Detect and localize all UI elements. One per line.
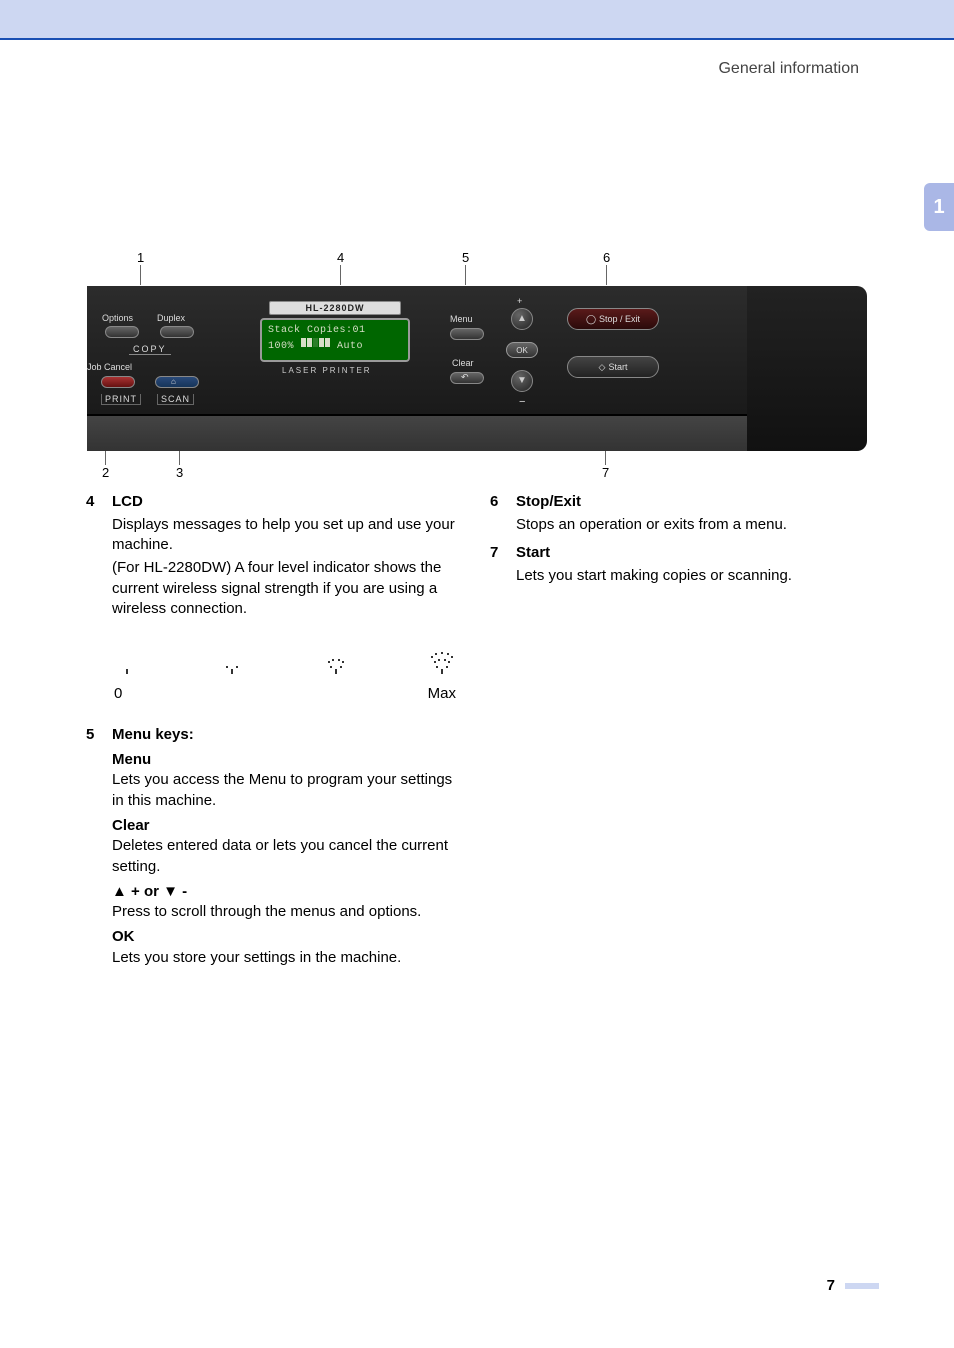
wifi-scale-max: Max xyxy=(428,684,456,705)
wifi-level-1-icon xyxy=(221,656,243,674)
item-6-num: 6 xyxy=(490,492,516,537)
callout-2: 2 xyxy=(102,465,109,480)
copy-label: COPY xyxy=(129,344,171,355)
laser-printer-label: LASER PRINTER xyxy=(282,366,372,375)
job-cancel-label: Job Cancel xyxy=(87,362,132,372)
item-4-p2: (For HL-2280DW) A four level indicator s… xyxy=(112,558,462,620)
menu-button[interactable] xyxy=(450,328,484,340)
wifi-scale-min: 0 xyxy=(114,684,122,705)
stop-exit-button[interactable]: ◯Stop / Exit xyxy=(567,308,659,330)
up-button[interactable]: ▲ xyxy=(511,308,533,330)
lcd-line2-left: 100% xyxy=(268,341,294,352)
item-7-num: 7 xyxy=(490,543,516,588)
wifi-level-2-icon xyxy=(325,654,347,674)
chapter-tab: 1 xyxy=(924,183,954,231)
item-5: 5 Menu keys: Menu Lets you access the Me… xyxy=(86,725,462,971)
wifi-scale-labels: 0 Max xyxy=(112,684,462,705)
clear-subtitle: Clear xyxy=(112,816,462,837)
scan-button[interactable] xyxy=(155,376,199,388)
page-top-band xyxy=(0,0,954,38)
item-4-p1: Displays messages to help you set up and… xyxy=(112,515,462,556)
clear-label: Clear xyxy=(452,358,474,368)
print-label: PRINT xyxy=(101,394,141,405)
item-4-title: LCD xyxy=(112,492,462,513)
page-top-rule xyxy=(0,38,954,40)
model-plate: HL-2280DW xyxy=(269,301,401,315)
start-icon: ◇ xyxy=(599,357,606,378)
lcd-line1: Stack Copies:01 xyxy=(268,324,402,338)
content-columns: 4 LCD Displays messages to help you set … xyxy=(86,490,866,970)
page-number: 7 xyxy=(827,1277,879,1294)
item-7-desc: Lets you start making copies or scanning… xyxy=(516,566,866,587)
ok-button[interactable]: OK xyxy=(506,342,538,358)
minus-label: − xyxy=(519,396,525,408)
printer-control-panel: Options Duplex COPY Job Cancel ⌂ PRINT S… xyxy=(87,286,867,451)
item-5-num: 5 xyxy=(86,725,112,971)
item-6-title: Stop/Exit xyxy=(516,492,866,513)
item-4-num: 4 xyxy=(86,492,112,723)
callout-6: 6 xyxy=(603,250,610,265)
stop-icon: ◯ xyxy=(586,309,596,330)
callout-7: 7 xyxy=(602,465,609,480)
page-number-bar xyxy=(845,1283,879,1289)
right-column: 6 Stop/Exit Stops an operation or exits … xyxy=(490,490,866,970)
item-6: 6 Stop/Exit Stops an operation or exits … xyxy=(490,492,866,537)
menu-label: Menu xyxy=(450,314,473,324)
clear-desc: Deletes entered data or lets you cancel … xyxy=(112,836,462,877)
item-4: 4 LCD Displays messages to help you set … xyxy=(86,492,462,723)
options-label: Options xyxy=(102,313,133,323)
callout-1: 1 xyxy=(137,250,144,265)
item-5-title: Menu keys: xyxy=(112,725,462,746)
lcd-progress-bars xyxy=(301,338,331,353)
scan-label: SCAN xyxy=(157,394,194,405)
callout-4: 4 xyxy=(337,250,344,265)
ok-subtitle: OK xyxy=(112,927,462,948)
callout-5: 5 xyxy=(462,250,469,265)
left-column: 4 LCD Displays messages to help you set … xyxy=(86,490,462,970)
callout-3: 3 xyxy=(176,465,183,480)
callouts-top: 1 4 5 6 xyxy=(87,250,867,286)
down-button[interactable]: ▼ xyxy=(511,370,533,392)
menu-subtitle: Menu xyxy=(112,750,462,771)
job-cancel-button[interactable] xyxy=(101,376,135,388)
item-6-desc: Stops an operation or exits from a menu. xyxy=(516,515,866,536)
options-button[interactable] xyxy=(105,326,139,338)
ok-desc: Lets you store your settings in the mach… xyxy=(112,948,462,969)
start-button[interactable]: ◇Start xyxy=(567,356,659,378)
item-7-title: Start xyxy=(516,543,866,564)
duplex-label: Duplex xyxy=(157,313,185,323)
wifi-level-0-icon xyxy=(116,660,138,674)
section-header: General information xyxy=(718,60,859,78)
wifi-level-3-icon xyxy=(430,652,452,674)
plus-label: + xyxy=(517,296,522,306)
arrow-subtitle: ▲ + or ▼ - xyxy=(112,882,462,903)
control-panel-figure: 1 4 5 6 Options Duplex COPY Job Cancel ⌂… xyxy=(87,250,867,481)
arrow-desc: Press to scroll through the menus and op… xyxy=(112,902,462,923)
lcd-line2-right: Auto xyxy=(337,341,363,352)
callouts-bottom: 2 3 7 xyxy=(87,451,867,481)
lcd-display: Stack Copies:01 100% Auto xyxy=(260,318,410,362)
wifi-signal-levels xyxy=(112,648,462,674)
menu-desc: Lets you access the Menu to program your… xyxy=(112,770,462,811)
duplex-button[interactable] xyxy=(160,326,194,338)
item-7: 7 Start Lets you start making copies or … xyxy=(490,543,866,588)
